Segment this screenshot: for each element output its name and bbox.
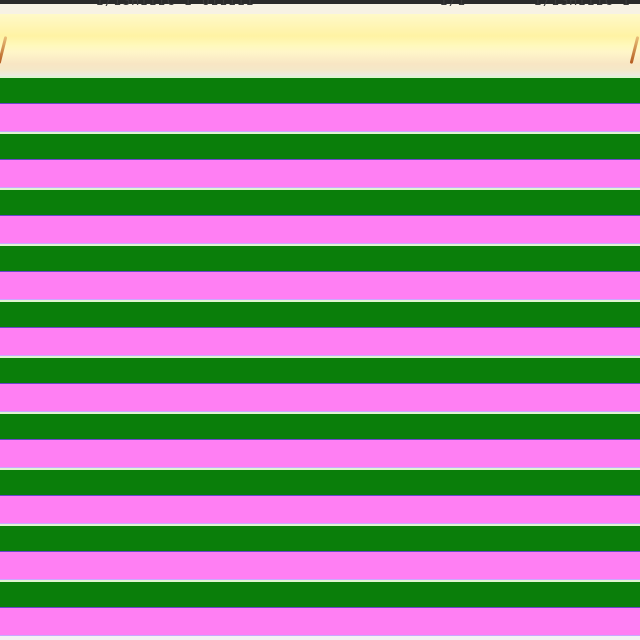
list-item[interactable] bbox=[0, 412, 640, 440]
title-mid-text: I/I bbox=[440, 0, 467, 9]
list-item[interactable] bbox=[0, 440, 640, 468]
screen: I/ISHIIIC I UIIIII I/I I/ISHIIIC I OI bbox=[0, 0, 640, 640]
list-item[interactable] bbox=[0, 244, 640, 272]
stripe-list bbox=[0, 76, 640, 640]
left-handle-icon[interactable] bbox=[0, 32, 8, 72]
list-item[interactable] bbox=[0, 132, 640, 160]
title-right-text: I/ISHIIIC I OI bbox=[534, 0, 640, 9]
list-item[interactable] bbox=[0, 552, 640, 580]
list-item[interactable] bbox=[0, 328, 640, 356]
title-bar: I/ISHIIIC I UIIIII I/I I/ISHIIIC I OI bbox=[0, 0, 640, 14]
header-band bbox=[0, 14, 640, 76]
list-item[interactable] bbox=[0, 76, 640, 104]
list-item[interactable] bbox=[0, 356, 640, 384]
list-item[interactable] bbox=[0, 524, 640, 552]
list-item[interactable] bbox=[0, 104, 640, 132]
right-handle-icon[interactable] bbox=[630, 32, 640, 72]
list-item[interactable] bbox=[0, 580, 640, 608]
list-item[interactable] bbox=[0, 160, 640, 188]
list-item[interactable] bbox=[0, 468, 640, 496]
list-item[interactable] bbox=[0, 216, 640, 244]
list-item[interactable] bbox=[0, 188, 640, 216]
list-item[interactable] bbox=[0, 300, 640, 328]
list-item[interactable] bbox=[0, 608, 640, 636]
list-item[interactable] bbox=[0, 272, 640, 300]
list-item[interactable] bbox=[0, 496, 640, 524]
title-left-text: I/ISHIIIC I UIIIII bbox=[96, 0, 255, 9]
list-item[interactable] bbox=[0, 384, 640, 412]
